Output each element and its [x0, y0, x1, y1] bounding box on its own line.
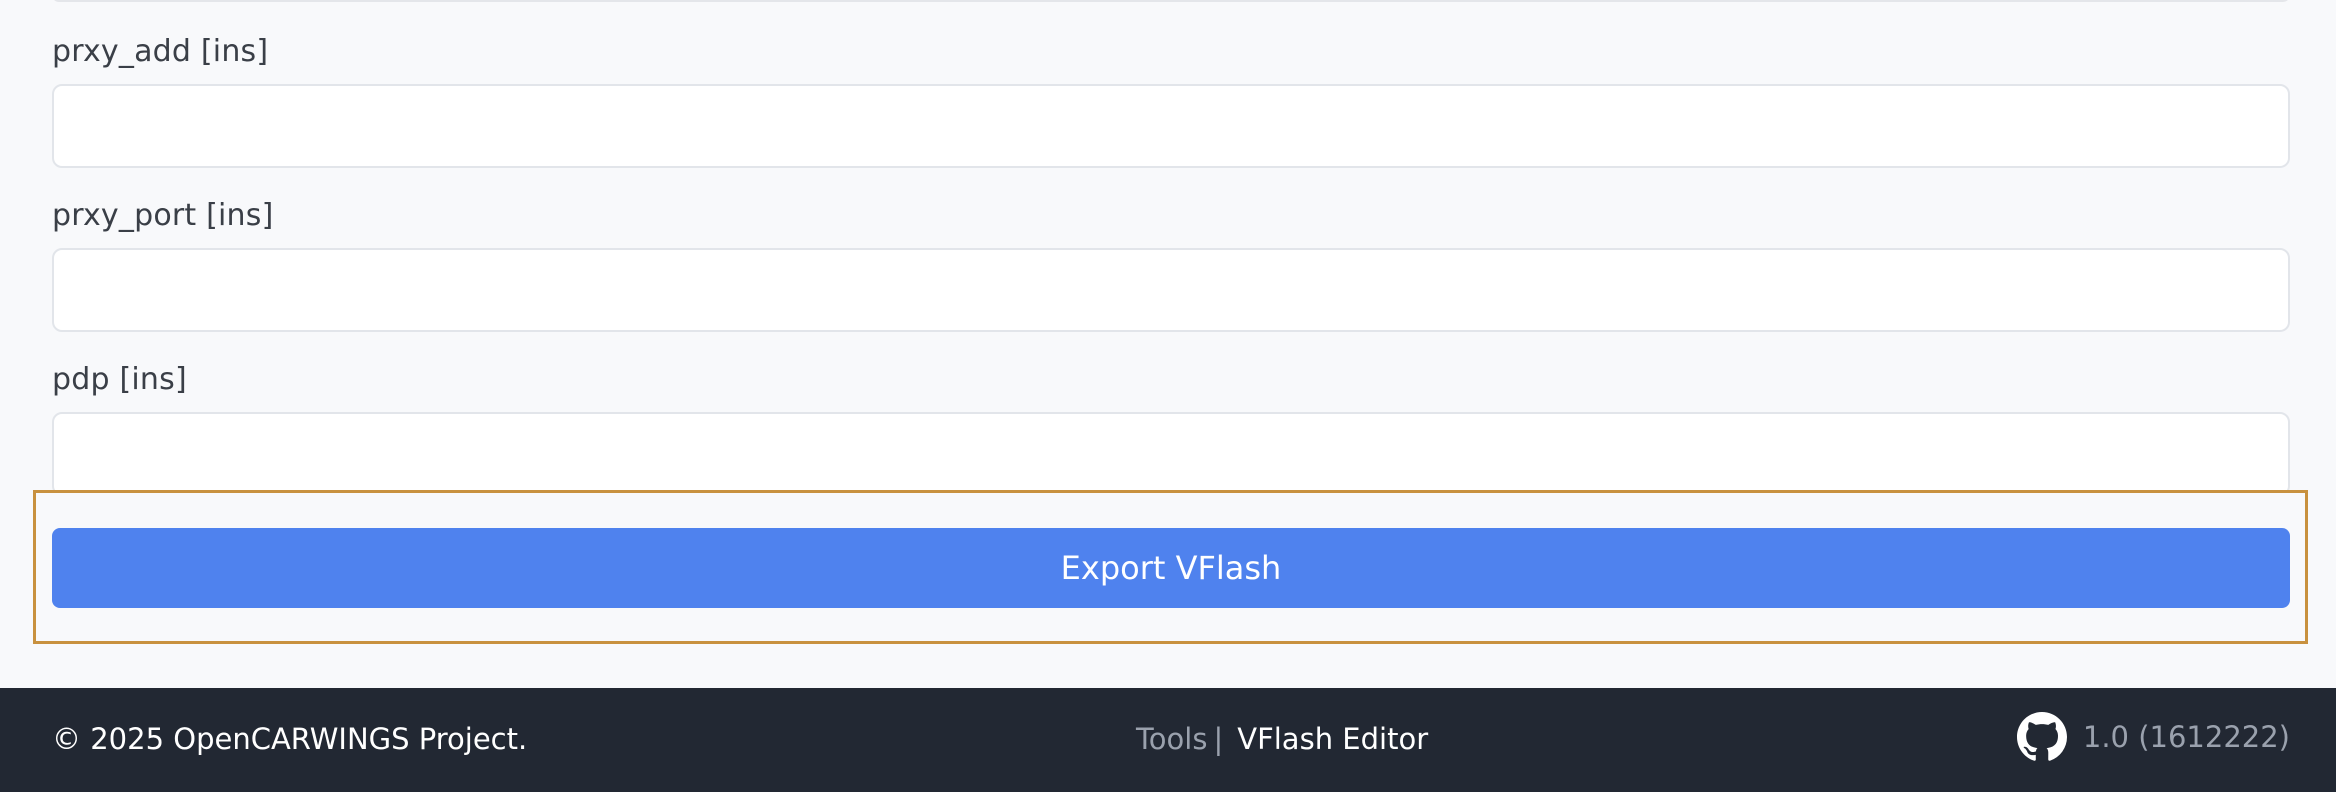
prxy-add-label: prxy_add [ins]	[52, 34, 269, 69]
prxy-port-label: prxy_port [ins]	[52, 198, 274, 233]
footer-right: 1.0 (1612222)	[2016, 712, 2290, 762]
page: prxy_add [ins] prxy_port [ins] pdp [ins]…	[0, 0, 2336, 792]
prxy-add-input[interactable]	[52, 84, 2290, 168]
footer-breadcrumb: Tools | VFlash Editor	[1136, 722, 1428, 756]
pdp-input[interactable]	[52, 412, 2290, 496]
footer: © 2025 OpenCARWINGS Project. Tools | VFlas…	[0, 688, 2336, 792]
footer-copyright: © 2025 OpenCARWINGS Project.	[52, 722, 528, 756]
github-icon[interactable]	[2016, 712, 2067, 762]
prxy-port-input[interactable]	[52, 248, 2290, 332]
export-vflash-button[interactable]: Export VFlash	[52, 528, 2290, 608]
footer-tools-link[interactable]: Tools	[1136, 722, 1207, 756]
footer-separator: |	[1213, 722, 1224, 756]
previous-field-input[interactable]	[52, 0, 2290, 2]
pdp-label: pdp [ins]	[52, 362, 187, 397]
footer-vflash-editor-link[interactable]: VFlash Editor	[1237, 722, 1428, 756]
app-version: 1.0 (1612222)	[2082, 720, 2290, 754]
